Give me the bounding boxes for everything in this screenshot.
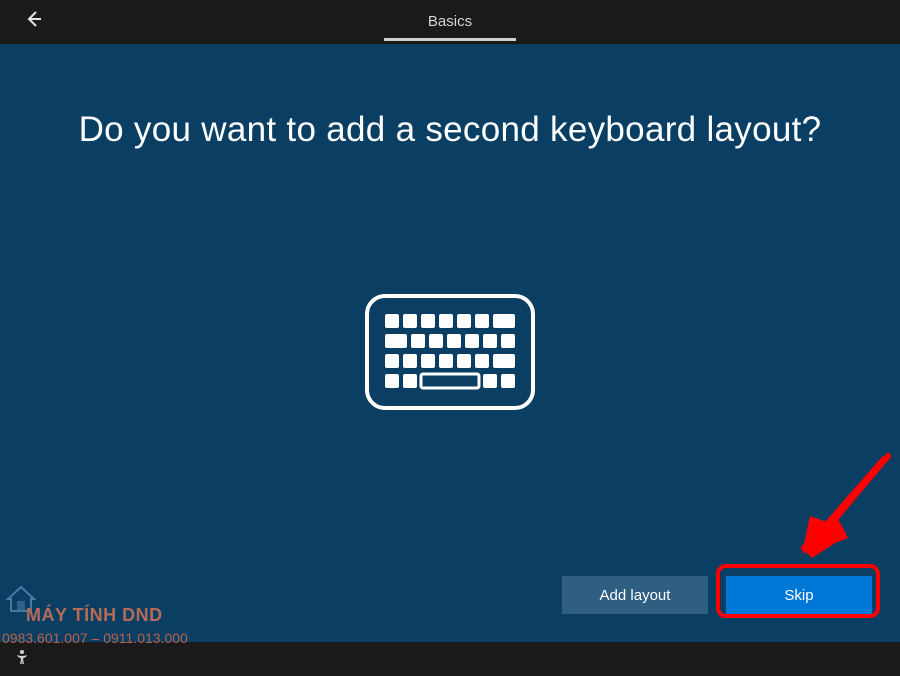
- tab-basics[interactable]: Basics: [384, 3, 516, 41]
- keyboard-icon: [363, 292, 537, 417]
- top-bar: Basics: [0, 0, 900, 44]
- main-content: Do you want to add a second keyboard lay…: [0, 44, 900, 642]
- skip-button[interactable]: Skip: [726, 576, 872, 614]
- add-layout-button[interactable]: Add layout: [562, 576, 708, 614]
- oobe-screen: Basics Do you want to add a second keybo…: [0, 0, 900, 676]
- bottom-bar: [0, 642, 900, 676]
- button-row: Add layout Skip: [562, 576, 872, 614]
- accessibility-icon[interactable]: [14, 649, 30, 670]
- page-title: Do you want to add a second keyboard lay…: [0, 110, 900, 150]
- watermark-phone: 0983.601.007 – 0911.013.000: [2, 630, 188, 646]
- watermark-brand: MÁY TÍNH DND: [26, 605, 163, 626]
- tab-row: Basics: [0, 0, 900, 44]
